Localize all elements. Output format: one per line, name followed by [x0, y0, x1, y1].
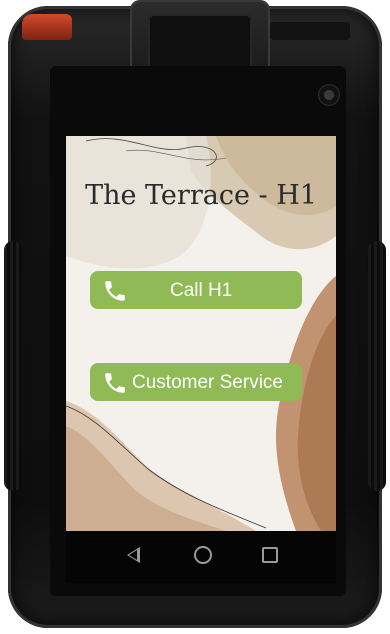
camera-lens-icon: [318, 84, 340, 106]
customer-service-label: Customer Service: [132, 372, 283, 393]
android-nav-bar: [66, 531, 336, 583]
back-icon[interactable]: [127, 547, 140, 563]
recents-icon[interactable]: [262, 547, 278, 563]
phone-icon: [105, 373, 125, 393]
home-icon[interactable]: [194, 546, 212, 564]
right-side-grip: [368, 241, 386, 491]
app-screen: The Terrace - H1 Call H1 Customer Servic…: [66, 136, 336, 531]
call-h1-button[interactable]: Call H1: [90, 271, 302, 309]
emergency-side-button[interactable]: [22, 14, 72, 40]
page-title: The Terrace - H1: [85, 180, 317, 211]
top-antenna: [270, 22, 350, 40]
customer-service-button[interactable]: Customer Service: [90, 363, 302, 401]
call-h1-label: Call H1: [170, 280, 233, 301]
left-side-grip: [4, 241, 22, 491]
phone-icon: [105, 281, 125, 301]
